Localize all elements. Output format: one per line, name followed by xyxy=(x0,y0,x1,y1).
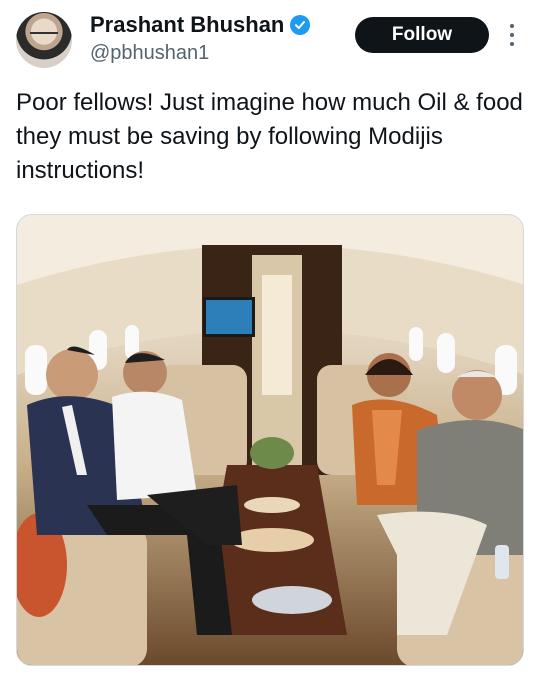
author-handle[interactable]: @pbhushan1 xyxy=(90,42,209,65)
author-name-row: Prashant Bhushan xyxy=(90,12,311,38)
more-options-icon[interactable] xyxy=(504,24,520,46)
author-avatar[interactable] xyxy=(16,12,72,68)
tweet-photo[interactable] xyxy=(16,214,524,666)
author-name[interactable]: Prashant Bhushan xyxy=(90,12,284,38)
follow-button[interactable]: Follow xyxy=(355,17,489,53)
tweet-text: Poor fellows! Just imagine how much Oil … xyxy=(16,89,523,184)
jet-cabin-photo xyxy=(17,215,523,665)
tweet-header: Prashant Bhushan @pbhushan1 Follow xyxy=(0,0,540,80)
verified-badge-icon xyxy=(290,15,311,35)
